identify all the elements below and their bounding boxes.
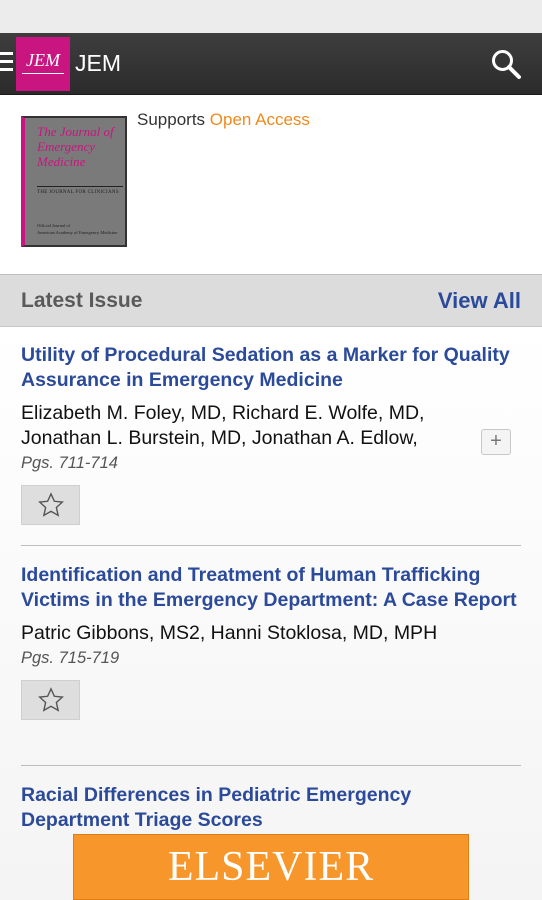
cover-rule bbox=[37, 186, 123, 187]
article-title[interactable]: Identification and Treatment of Human Tr… bbox=[21, 563, 521, 613]
article-authors: Elizabeth M. Foley, MD, Richard E. Wolfe… bbox=[21, 402, 425, 449]
cover-title: The Journal of Emergency Medicine bbox=[37, 124, 114, 169]
app-title: JEM bbox=[75, 50, 121, 76]
supports-text: Supports Open Access bbox=[137, 110, 310, 130]
article-item[interactable]: Identification and Treatment of Human Tr… bbox=[21, 563, 521, 720]
article-authors: Patric Gibbons, MS2, Hanni Stoklosa, MD,… bbox=[21, 622, 438, 644]
journal-info: The Journal of Emergency Medicine THE JO… bbox=[0, 95, 542, 274]
cover-footer-line2: American Academy of Emergency Medicine bbox=[37, 230, 118, 235]
cover-subtitle: THE JOURNAL FOR CLINICIANS bbox=[37, 190, 119, 195]
open-access-link[interactable]: Open Access bbox=[210, 110, 310, 129]
status-bar bbox=[0, 0, 542, 33]
favorite-button[interactable] bbox=[21, 680, 80, 720]
cover-footer: Official Journal of American Academy of … bbox=[37, 222, 125, 236]
article-title[interactable]: Utility of Procedural Sedation as a Mark… bbox=[21, 343, 521, 393]
divider bbox=[21, 545, 521, 546]
menu-icon[interactable] bbox=[0, 52, 13, 74]
elsevier-ad-banner[interactable]: ELSEVIER bbox=[73, 834, 469, 900]
article-title[interactable]: Racial Differences in Pediatric Emergenc… bbox=[21, 783, 521, 833]
app-bar: JEM JEM bbox=[0, 33, 542, 95]
search-icon[interactable] bbox=[490, 48, 522, 80]
favorite-button[interactable] bbox=[21, 485, 80, 525]
latest-issue-header: Latest Issue View All bbox=[0, 274, 542, 327]
cover-footer-line1: Official Journal of bbox=[37, 223, 71, 228]
jem-logo[interactable]: JEM bbox=[16, 37, 70, 91]
supports-prefix: Supports bbox=[137, 110, 210, 129]
section-heading: Latest Issue bbox=[21, 289, 143, 312]
article-item[interactable]: Racial Differences in Pediatric Emergenc… bbox=[21, 783, 521, 833]
expand-authors-button[interactable]: + bbox=[481, 429, 511, 455]
article-pages: Pgs. 711-714 bbox=[21, 454, 118, 472]
article-item[interactable]: Utility of Procedural Sedation as a Mark… bbox=[21, 343, 521, 525]
article-pages: Pgs. 715-719 bbox=[21, 649, 120, 667]
view-all-link[interactable]: View All bbox=[438, 288, 521, 314]
journal-cover[interactable]: The Journal of Emergency Medicine THE JO… bbox=[21, 116, 127, 247]
star-icon bbox=[37, 492, 64, 517]
star-icon bbox=[37, 687, 64, 712]
divider bbox=[21, 765, 521, 766]
article-list: Utility of Procedural Sedation as a Mark… bbox=[0, 327, 542, 900]
